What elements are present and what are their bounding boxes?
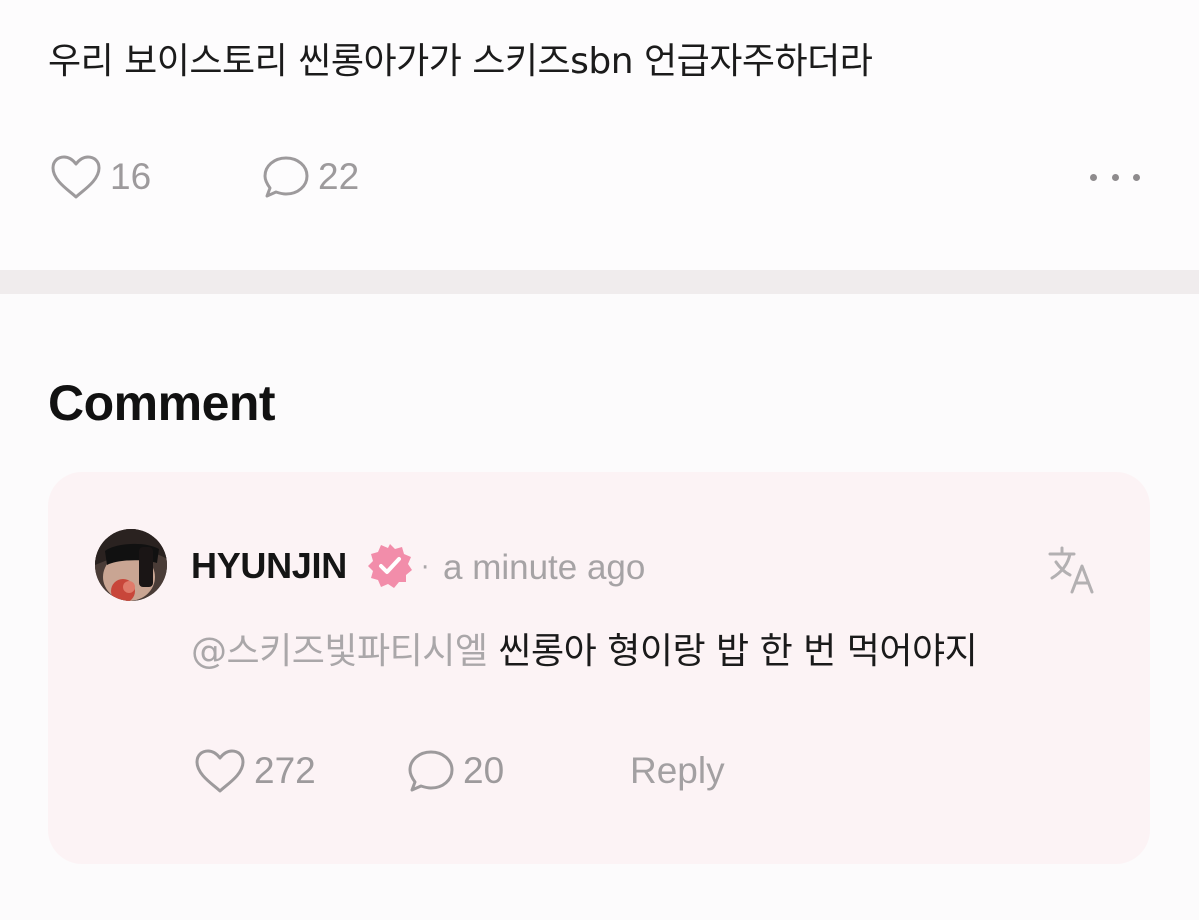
comment-mention-link[interactable]: @스키즈빛파티시엘 bbox=[191, 631, 488, 672]
comment-section: Comment HYUNJIN · a minute ago @스키즈빛파티시엘… bbox=[0, 294, 1199, 920]
heart-outline-icon bbox=[194, 748, 246, 794]
speech-bubble-icon bbox=[262, 154, 310, 200]
avatar[interactable] bbox=[95, 529, 167, 601]
comment-like-count: 272 bbox=[254, 750, 316, 791]
post-text: 우리 보이스토리 씬롱아가가 스키즈sbn 언급자주하더라 bbox=[48, 41, 873, 82]
section-divider bbox=[0, 270, 1199, 294]
more-options-button[interactable] bbox=[1082, 158, 1148, 196]
verified-badge-icon bbox=[366, 542, 414, 590]
post-comment-count: 22 bbox=[318, 156, 360, 197]
comment-replies-button[interactable]: 20 bbox=[407, 746, 504, 796]
comment-section-title: Comment bbox=[48, 375, 276, 431]
post-like-button[interactable]: 16 bbox=[50, 152, 151, 202]
reply-button[interactable]: Reply bbox=[630, 746, 725, 796]
post-like-count: 16 bbox=[110, 156, 152, 197]
comment-author-name[interactable]: HYUNJIN bbox=[191, 544, 347, 588]
comment-reply-count: 20 bbox=[463, 750, 505, 791]
speech-bubble-icon bbox=[407, 748, 455, 794]
comment-text: 씬롱아 형이랑 밥 한 번 먹어야지 bbox=[498, 631, 978, 672]
post-card: 우리 보이스토리 씬롱아가가 스키즈sbn 언급자주하더라 16 22 bbox=[0, 0, 1199, 270]
more-dot bbox=[1090, 173, 1097, 181]
more-dot bbox=[1111, 173, 1119, 181]
translate-icon[interactable] bbox=[1046, 542, 1100, 596]
post-comment-button[interactable]: 22 bbox=[262, 152, 359, 202]
comment-body: @스키즈빛파티시엘 씬롱아 형이랑 밥 한 번 먹어야지 bbox=[191, 626, 978, 678]
comment-like-button[interactable]: 272 bbox=[194, 746, 316, 796]
more-dot bbox=[1133, 173, 1140, 181]
comment-timestamp: a minute ago bbox=[443, 548, 646, 587]
meta-separator: · bbox=[421, 553, 430, 583]
heart-outline-icon bbox=[50, 154, 102, 200]
comment-card: HYUNJIN · a minute ago @스키즈빛파티시엘 씬롱아 형이랑… bbox=[48, 472, 1150, 864]
